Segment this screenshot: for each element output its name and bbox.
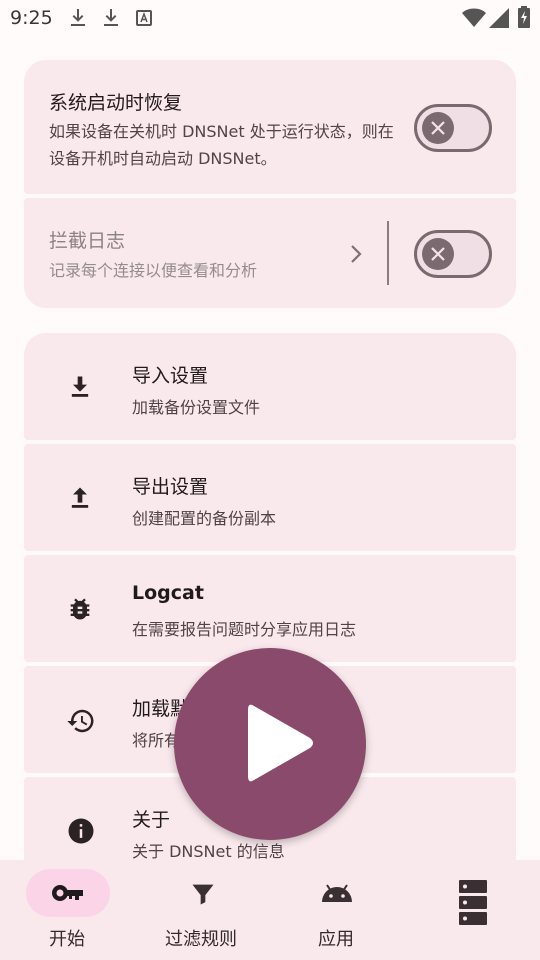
dns-server-icon xyxy=(459,880,487,930)
logcat-title: Logcat xyxy=(132,582,204,604)
key-icon xyxy=(51,881,85,909)
block-log-description: 记录每个连接以便查看和分析 xyxy=(49,261,258,280)
battery-charging-icon xyxy=(518,6,530,32)
wifi-icon xyxy=(462,8,486,32)
chevron-right-icon[interactable] xyxy=(349,244,363,268)
restore-on-boot-title: 系统启动时恢复 xyxy=(49,92,183,114)
nav-item-dns-servers[interactable] xyxy=(405,860,540,960)
export-settings-title: 导出设置 xyxy=(132,476,209,498)
status-bar: 9:25 xyxy=(0,0,540,36)
filter-icon xyxy=(189,880,217,912)
download-icon xyxy=(66,373,94,405)
import-settings-title: 导入设置 xyxy=(132,365,209,387)
nav-item-start[interactable]: 开始 xyxy=(0,860,135,960)
restore-on-boot-toggle[interactable] xyxy=(414,104,492,152)
info-icon xyxy=(66,816,96,850)
nav-item-filter-rules[interactable]: 过滤规则 xyxy=(135,860,270,960)
close-icon xyxy=(431,121,445,135)
close-icon xyxy=(431,247,445,261)
upload-icon xyxy=(66,484,94,516)
import-settings-description: 加载备份设置文件 xyxy=(132,398,261,417)
export-settings-description: 创建配置的备份副本 xyxy=(132,509,277,528)
about-description: 关于 DNSNet 的信息 xyxy=(132,842,285,861)
font-icon xyxy=(136,10,152,30)
toggle-knob xyxy=(422,112,454,144)
block-log-toggle[interactable] xyxy=(414,230,492,278)
bottom-navigation: 开始 过滤规则 应用 xyxy=(0,860,540,960)
signal-icon xyxy=(489,8,509,32)
android-icon xyxy=(320,882,354,908)
start-vpn-button[interactable] xyxy=(174,648,366,840)
restore-on-boot-description: 如果设备在关机时 DNSNet 处于运行状态，则在设备开机时自动启动 DNSNe… xyxy=(49,122,394,168)
screen: 9:25 系统启动时恢复 如果设备在关机时 DNSNet 处于运行状态，则在设备… xyxy=(0,0,540,960)
restore-on-boot-setting[interactable]: 系统启动时恢复 如果设备在关机时 DNSNet 处于运行状态，则在设备开机时自动… xyxy=(24,60,516,194)
vertical-divider xyxy=(387,221,389,285)
toggle-knob xyxy=(422,238,454,270)
nav-label-apps: 应用 xyxy=(318,929,354,950)
nav-label-start: 开始 xyxy=(49,929,85,950)
download-icon xyxy=(70,8,86,32)
block-log-setting[interactable]: 拦截日志 记录每个连接以便查看和分析 xyxy=(24,198,516,308)
nav-label-filter-rules: 过滤规则 xyxy=(165,929,237,950)
restore-icon xyxy=(66,706,96,740)
play-icon xyxy=(248,704,313,782)
about-title: 关于 xyxy=(132,809,171,831)
export-settings-item[interactable]: 导出设置 创建配置的备份副本 xyxy=(24,444,516,551)
import-settings-item[interactable]: 导入设置 加载备份设置文件 xyxy=(24,333,516,440)
block-log-title: 拦截日志 xyxy=(49,230,126,252)
nav-item-apps[interactable]: 应用 xyxy=(270,860,405,960)
bug-icon xyxy=(66,595,94,627)
download-icon xyxy=(103,8,119,32)
status-time: 9:25 xyxy=(10,7,53,29)
logcat-item[interactable]: Logcat 在需要报告问题时分享应用日志 xyxy=(24,555,516,662)
logcat-description: 在需要报告问题时分享应用日志 xyxy=(132,620,357,639)
